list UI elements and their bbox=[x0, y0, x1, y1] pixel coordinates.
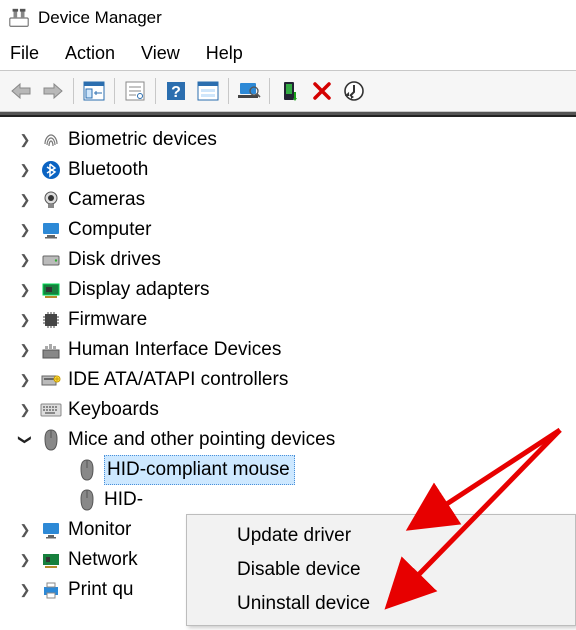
tree-label: Network bbox=[68, 546, 138, 575]
tree-label: Computer bbox=[68, 216, 151, 245]
tree-label: IDE ATA/ATAPI controllers bbox=[68, 366, 288, 395]
disable-button[interactable] bbox=[339, 76, 369, 106]
mouse-icon bbox=[76, 489, 98, 511]
toolbar-divider bbox=[228, 78, 229, 104]
action-button[interactable] bbox=[193, 76, 223, 106]
tree-node-ide[interactable]: ❯ IDE ATA/ATAPI controllers bbox=[16, 365, 576, 395]
tree-label: Display adapters bbox=[68, 276, 210, 305]
scan-hardware-button[interactable] bbox=[234, 76, 264, 106]
expander-icon[interactable]: ❯ bbox=[16, 190, 34, 210]
expander-icon[interactable]: ❯ bbox=[16, 400, 34, 420]
printer-icon bbox=[40, 579, 62, 601]
back-button[interactable] bbox=[6, 76, 36, 106]
window-title: Device Manager bbox=[38, 8, 162, 28]
help-button[interactable]: ? bbox=[161, 76, 191, 106]
show-hide-tree-button[interactable] bbox=[79, 76, 109, 106]
tree-node-firmware[interactable]: ❯ Firmware bbox=[16, 305, 576, 335]
tree-label: Keyboards bbox=[68, 396, 159, 425]
tree-label: Cameras bbox=[68, 186, 145, 215]
hid-icon bbox=[40, 339, 62, 361]
tree-label: HID- bbox=[104, 486, 143, 515]
tree-label: Monitor bbox=[68, 516, 131, 545]
expander-icon[interactable]: ❯ bbox=[16, 250, 34, 270]
expander-icon[interactable]: ❯ bbox=[16, 310, 34, 330]
display-adapter-icon bbox=[40, 279, 62, 301]
tree-node-hid-mouse-1[interactable]: HID-compliant mouse bbox=[76, 455, 576, 485]
toolbar-divider bbox=[73, 78, 74, 104]
expander-icon[interactable]: ❯ bbox=[16, 520, 34, 540]
expander-icon[interactable]: ❯ bbox=[16, 370, 34, 390]
tree-label: Human Interface Devices bbox=[68, 336, 281, 365]
tree-node-hid[interactable]: ❯ Human Interface Devices bbox=[16, 335, 576, 365]
tree-label: Firmware bbox=[68, 306, 147, 335]
tree-node-computer[interactable]: ❯ Computer bbox=[16, 215, 576, 245]
titlebar: Device Manager bbox=[0, 0, 576, 36]
mouse-icon bbox=[76, 459, 98, 481]
uninstall-button[interactable] bbox=[307, 76, 337, 106]
fingerprint-icon bbox=[40, 129, 62, 151]
menu-file[interactable]: File bbox=[10, 43, 39, 64]
toolbar-divider bbox=[269, 78, 270, 104]
tree-label-selected: HID-compliant mouse bbox=[104, 455, 295, 486]
context-disable-device[interactable]: Disable device bbox=[187, 553, 575, 587]
toolbar: ? bbox=[0, 70, 576, 112]
expander-collapse-icon[interactable]: ❯ bbox=[15, 431, 35, 449]
tree-label: Mice and other pointing devices bbox=[68, 426, 335, 455]
toolbar-divider bbox=[114, 78, 115, 104]
tree-node-print-queues[interactable]: ❯ Print qu bbox=[16, 575, 182, 605]
tree-node-cameras[interactable]: ❯ Cameras bbox=[16, 185, 576, 215]
context-update-driver[interactable]: Update driver bbox=[187, 519, 575, 553]
menubar: File Action View Help bbox=[0, 36, 576, 70]
menu-view[interactable]: View bbox=[141, 43, 180, 64]
forward-button[interactable] bbox=[38, 76, 68, 106]
context-menu: Update driver Disable device Uninstall d… bbox=[186, 514, 576, 626]
svg-text:?: ? bbox=[171, 84, 181, 101]
tree-node-hid-mouse-2[interactable]: HID- bbox=[76, 485, 156, 515]
disk-icon bbox=[40, 249, 62, 271]
toolbar-divider bbox=[155, 78, 156, 104]
context-uninstall-device[interactable]: Uninstall device bbox=[187, 587, 575, 621]
tree-node-disk-drives[interactable]: ❯ Disk drives bbox=[16, 245, 576, 275]
tree-node-network[interactable]: ❯ Network bbox=[16, 545, 182, 575]
firmware-icon bbox=[40, 309, 62, 331]
tree-label: Print qu bbox=[68, 576, 133, 605]
monitor-icon bbox=[40, 519, 62, 541]
menu-help[interactable]: Help bbox=[206, 43, 243, 64]
expander-icon[interactable]: ❯ bbox=[16, 280, 34, 300]
expander-icon[interactable]: ❯ bbox=[16, 550, 34, 570]
mouse-icon bbox=[40, 429, 62, 451]
properties-button[interactable] bbox=[120, 76, 150, 106]
expander-icon[interactable]: ❯ bbox=[16, 220, 34, 240]
expander-icon[interactable]: ❯ bbox=[16, 160, 34, 180]
bluetooth-icon bbox=[40, 159, 62, 181]
app-icon bbox=[8, 7, 30, 29]
tree-node-display-adapters[interactable]: ❯ Display adapters bbox=[16, 275, 576, 305]
menu-action[interactable]: Action bbox=[65, 43, 115, 64]
tree-label: Biometric devices bbox=[68, 126, 217, 155]
tree-label: Bluetooth bbox=[68, 156, 148, 185]
ide-icon bbox=[40, 369, 62, 391]
expander-icon[interactable]: ❯ bbox=[16, 130, 34, 150]
keyboard-icon bbox=[40, 399, 62, 421]
tree-node-keyboards[interactable]: ❯ Keyboards bbox=[16, 395, 576, 425]
tree-node-bluetooth[interactable]: ❯ Bluetooth bbox=[16, 155, 576, 185]
update-driver-button[interactable] bbox=[275, 76, 305, 106]
tree-node-mice[interactable]: ❯ Mice and other pointing devices bbox=[16, 425, 576, 455]
computer-icon bbox=[40, 219, 62, 241]
network-icon bbox=[40, 549, 62, 571]
expander-icon[interactable]: ❯ bbox=[16, 580, 34, 600]
expander-icon[interactable]: ❯ bbox=[16, 340, 34, 360]
camera-icon bbox=[40, 189, 62, 211]
tree-node-biometric[interactable]: ❯ Biometric devices bbox=[16, 125, 576, 155]
tree-node-monitors[interactable]: ❯ Monitor bbox=[16, 515, 176, 545]
tree-label: Disk drives bbox=[68, 246, 161, 275]
